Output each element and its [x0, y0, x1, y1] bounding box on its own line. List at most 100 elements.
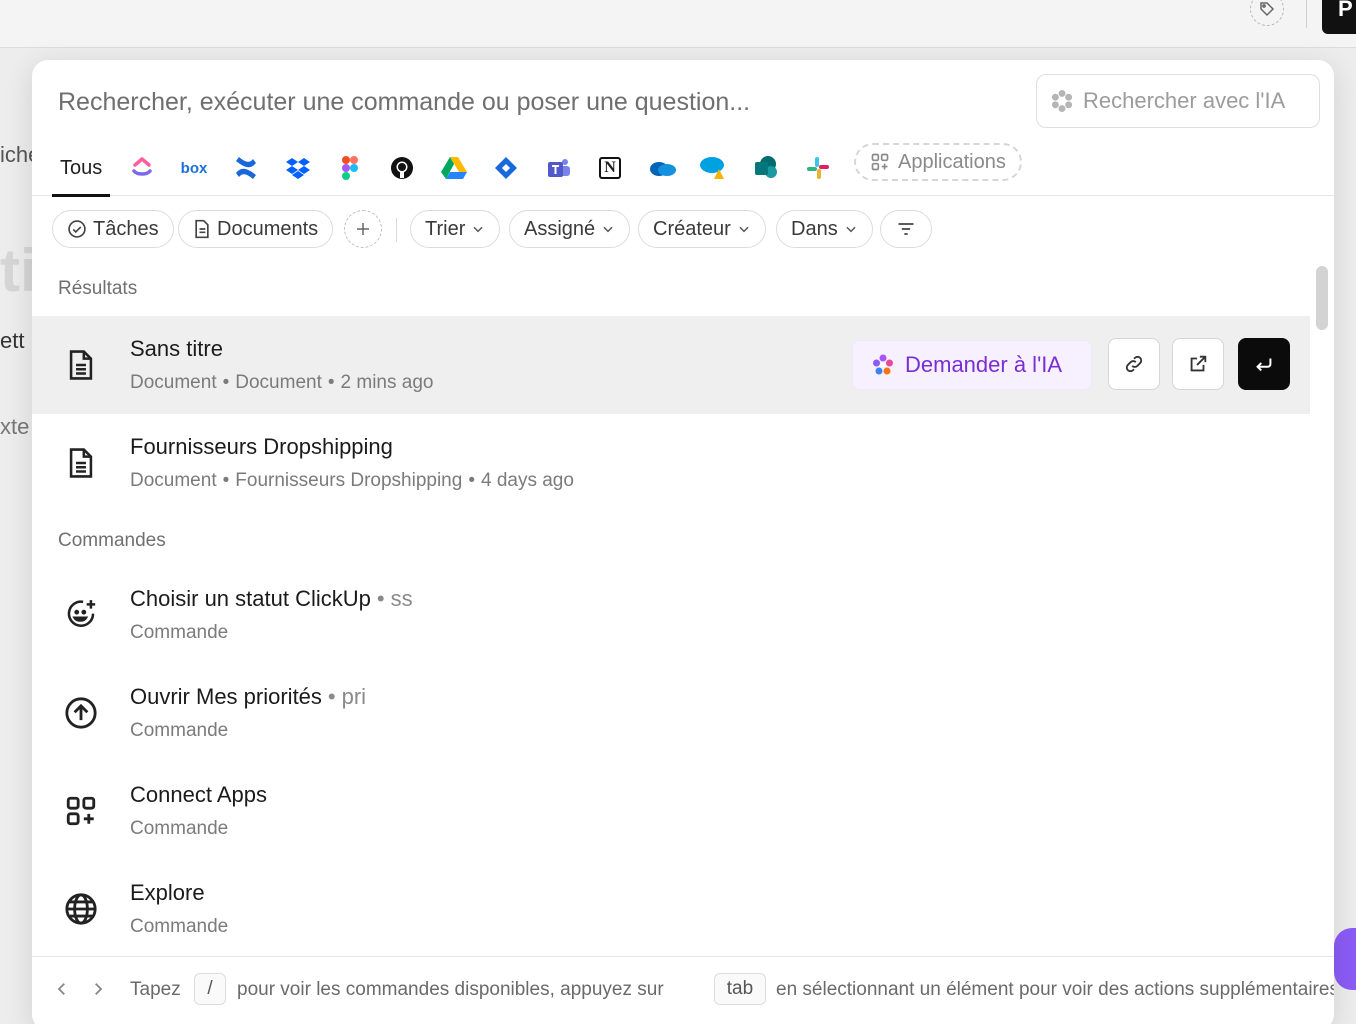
applications-button[interactable]: Applications — [854, 143, 1022, 181]
assignee-label: Assigné — [524, 217, 596, 240]
figma-icon[interactable] — [332, 150, 368, 186]
creator-label: Créateur — [653, 217, 731, 240]
command-type: Commande — [130, 622, 229, 643]
result-title: Sans titre — [130, 336, 223, 361]
box-icon-text: box — [180, 159, 208, 177]
sort-dropdown[interactable]: Trier — [410, 210, 501, 248]
footer-text: en sélectionnant un élément pour voir de… — [776, 979, 1334, 1000]
ask-ai-button[interactable]: Demander à l'IA — [852, 340, 1092, 390]
creator-dropdown[interactable]: Créateur — [638, 210, 766, 248]
ai-search-label: Rechercher avec l'IA — [1083, 88, 1286, 113]
document-icon — [195, 219, 209, 239]
sharepoint-icon[interactable] — [748, 150, 784, 186]
slack-icon[interactable] — [800, 150, 836, 186]
filter-lines-icon — [898, 223, 914, 235]
filter-documents-label: Documents — [217, 217, 319, 240]
filter-bar: Tâches Documents Trier Assigné Créateur … — [32, 208, 1334, 250]
command-row[interactable]: Connect Apps Commande — [32, 762, 1310, 860]
search-bar: Rechercher avec l'IA — [32, 60, 1334, 144]
applications-label: Applications — [898, 150, 1006, 173]
forward-button[interactable] — [84, 975, 112, 1003]
notion-icon[interactable]: N — [592, 150, 628, 186]
filter-documents[interactable]: Documents — [178, 210, 334, 248]
chevron-down-icon — [846, 226, 856, 233]
chevron-left-icon — [57, 983, 65, 995]
ai-gear-icon — [1051, 89, 1073, 113]
location-label: Dans — [791, 217, 838, 240]
ai-sparkle-icon — [873, 354, 893, 375]
apps-grid-icon — [871, 153, 889, 171]
tag-icon[interactable] — [1250, 0, 1284, 26]
command-title-text: Ouvrir Mes priorités — [130, 684, 322, 709]
results-section-label: Résultats — [58, 278, 138, 299]
globe-icon — [65, 893, 97, 925]
background-primary-button[interactable]: P — [1322, 0, 1356, 34]
search-input[interactable] — [58, 82, 1018, 122]
onedrive-icon[interactable] — [644, 150, 680, 186]
open-enter-button[interactable] — [1238, 338, 1290, 390]
command-type: Commande — [130, 720, 229, 741]
command-shortcut-hint: ss — [390, 586, 413, 611]
link-icon — [1125, 355, 1143, 373]
add-filter-button[interactable] — [344, 210, 382, 248]
command-row[interactable]: Explore Commande — [32, 860, 1310, 958]
clickup-icon[interactable] — [124, 150, 160, 186]
result-row[interactable]: Sans titre Document • Document • 2 mins ago … — [32, 316, 1310, 414]
command-palette: Rechercher avec l'IA Tous box — [32, 60, 1334, 1024]
filter-divider — [396, 218, 397, 242]
result-time: 4 days ago — [480, 470, 574, 491]
command-row[interactable]: Choisir un statut ClickUp • ss Commande — [32, 566, 1310, 664]
footer-text: pour voir les commandes disponibles, app… — [237, 979, 664, 1000]
chevron-right-icon — [95, 983, 103, 995]
emoji-add-icon — [67, 600, 96, 627]
command-type: Commande — [130, 916, 229, 937]
chevron-down-icon — [473, 226, 483, 233]
open-new-tab-button[interactable] — [1172, 338, 1224, 390]
github-icon[interactable] — [384, 150, 420, 186]
external-link-icon — [1190, 355, 1207, 372]
result-meta: Document • Document • 2 mins ago — [130, 372, 434, 393]
dropbox-icon[interactable] — [280, 150, 316, 186]
result-time: 2 mins ago — [340, 372, 434, 393]
result-row[interactable]: Fournisseurs Dropshipping Document • Fourn… — [32, 414, 1310, 512]
command-title: Explore — [130, 880, 205, 905]
background-text-fragment: xte — [0, 414, 30, 439]
filter-options-button[interactable] — [880, 210, 932, 248]
result-location: Fournisseurs Dropshipping — [235, 470, 463, 491]
command-shortcut-hint: pri — [341, 684, 367, 709]
apps-grid-icon — [66, 796, 96, 826]
location-dropdown[interactable]: Dans — [776, 210, 873, 248]
filter-tasks[interactable]: Tâches — [52, 210, 174, 248]
copy-link-button[interactable] — [1108, 338, 1160, 390]
google-drive-icon[interactable] — [436, 150, 472, 186]
document-icon — [69, 350, 93, 380]
ask-ai-label: Demander à l'IA — [905, 352, 1063, 377]
salesforce-icon[interactable] — [696, 150, 732, 186]
jira-icon[interactable] — [488, 150, 524, 186]
tab-all[interactable]: Tous — [52, 140, 111, 197]
slash-key: / — [194, 973, 226, 1005]
result-type: Document — [130, 470, 217, 491]
result-title: Fournisseurs Dropshipping — [130, 434, 393, 459]
teams-icon[interactable] — [540, 150, 576, 186]
command-title: Connect Apps — [130, 782, 267, 807]
divider — [1306, 0, 1307, 28]
scrollbar-thumb[interactable] — [1316, 266, 1328, 330]
background-topbar: P — [0, 0, 1356, 48]
command-row[interactable]: Ouvrir Mes priorités • pri Commande — [32, 664, 1310, 762]
active-tab-indicator — [52, 194, 111, 197]
footer-hint-bar: Tapez / pour voir les commandes disponib… — [32, 956, 1334, 1024]
check-circle-icon — [68, 220, 86, 238]
sort-label: Trier — [425, 217, 466, 240]
assistant-bubble[interactable] — [1334, 928, 1356, 990]
box-icon[interactable]: box — [176, 150, 212, 186]
background-text-fragment: ett — [0, 328, 25, 353]
ai-search-button[interactable]: Rechercher avec l'IA — [1036, 74, 1320, 128]
arrow-up-circle-icon — [65, 697, 97, 729]
result-type: Document — [130, 372, 217, 393]
commands-section-label: Commandes — [58, 530, 166, 551]
back-button[interactable] — [48, 975, 76, 1003]
chevron-down-icon — [739, 226, 749, 233]
confluence-icon[interactable] — [228, 150, 264, 186]
assignee-dropdown[interactable]: Assigné — [509, 210, 631, 248]
